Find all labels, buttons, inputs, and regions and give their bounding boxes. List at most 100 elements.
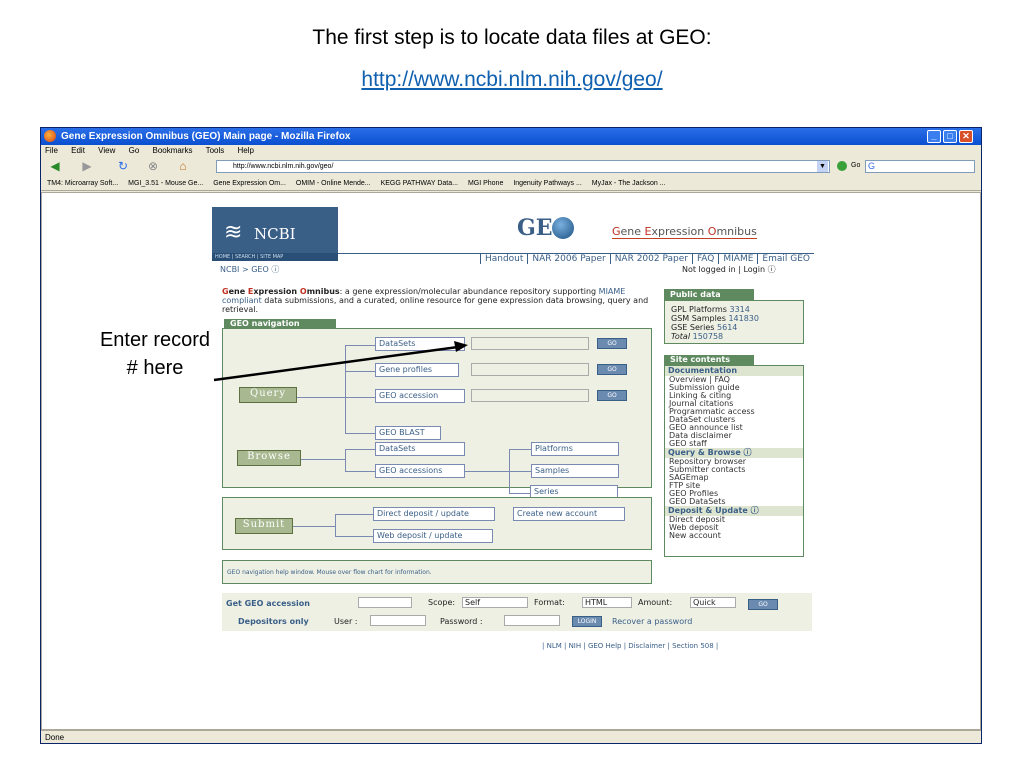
public-data-tab: Public data [664,289,754,300]
back-icon[interactable]: ◀ [47,159,63,173]
bookmark-item[interactable]: MGI Phone [468,180,503,187]
menu-go[interactable]: Go [129,146,140,155]
help-icon: ⓘ [271,265,280,274]
query-datasets[interactable]: DataSets [375,337,465,351]
web-deposit[interactable]: Web deposit / update [373,529,493,543]
bookmark-item[interactable]: Gene Expression Om... [213,180,286,187]
geo-navigation-tab: GEO navigation [224,319,336,328]
address-text: http://www.ncbi.nlm.nih.gov/geo/ [233,163,334,170]
forward-icon[interactable]: ▶ [79,159,95,173]
direct-deposit[interactable]: Direct deposit / update [373,507,495,521]
nav-faq[interactable]: FAQ [691,254,719,264]
stop-icon[interactable]: ⊗ [145,159,161,173]
maximize-icon[interactable]: □ [943,130,957,143]
bookmark-item[interactable]: TM4: Microarray Soft... [47,180,118,187]
browse-datasets[interactable]: DataSets [375,442,465,456]
navigation-help: GEO navigation help window. Mouse over f… [222,560,652,584]
datasets-input[interactable] [471,337,589,350]
user-input[interactable] [370,615,426,626]
close-icon[interactable]: ✕ [959,130,973,143]
nav-handout[interactable]: Handout [479,254,528,264]
login-status[interactable]: Not logged in | Login ⓘ [682,264,776,275]
navigation-toolbar: ◀ ▶ ↻ ⊗ ⌂ http://www.ncbi.nlm.nih.gov/ge… [41,157,981,176]
help-icon: ⓘ [743,448,752,457]
query-geo-blast[interactable]: GEO BLAST [375,426,441,440]
page-content: ≋ NCBI HOME | SEARCH | SITE MAP GE Gene E… [41,192,981,730]
site-contents-box: Documentation Overview | FAQ Submission … [664,365,804,557]
search-input[interactable]: G [865,160,975,173]
submit-button[interactable]: Submit [235,518,293,534]
go-icon[interactable] [837,161,847,171]
doc-item[interactable]: GEO staff [665,440,803,448]
qb-item[interactable]: GEO DataSets [665,498,803,506]
browse-platforms[interactable]: Platforms [531,442,619,456]
format-select[interactable]: HTML [582,597,632,608]
menu-tools[interactable]: Tools [206,146,225,155]
query-button[interactable]: Query [239,387,297,403]
home-icon[interactable]: ⌂ [175,159,191,173]
geo-logo: GE [517,215,553,241]
accession-search-bar: Get GEO accession Scope: Self Format: HT… [222,593,812,631]
submit-box: Submit Direct deposit / update Web depos… [222,497,652,550]
login-button[interactable]: LOGIN [572,616,602,627]
bookmark-item[interactable]: OMIM - Online Mende... [296,180,371,187]
query-geo-accession[interactable]: GEO accession [375,389,465,403]
pd-row: GSE Series 5614 [671,323,738,332]
nav-nar2006[interactable]: NAR 2006 Paper [527,254,610,264]
geo-subtitle: Gene Expression Omnibus [612,225,757,239]
menu-view[interactable]: View [98,146,115,155]
bookmark-item[interactable]: MyJax - The Jackson ... [592,180,666,187]
menu-bar: File Edit View Go Bookmarks Tools Help [41,145,981,157]
bookmark-item[interactable]: MGI_3.51 - Mouse Ge... [128,180,203,187]
status-bar: Done [41,730,981,743]
nav-nar2002[interactable]: NAR 2002 Paper [609,254,692,264]
dep-item[interactable]: New account [665,532,803,540]
geo-navigation-box: Query DataSets GO Gene profiles GO GEO a… [222,328,652,494]
minimize-icon[interactable]: _ [927,130,941,143]
go-label[interactable]: Go [851,162,860,169]
datasets-go-button[interactable]: GO [597,338,627,349]
menu-bookmarks[interactable]: Bookmarks [153,146,193,155]
slide-url-link[interactable]: http://www.ncbi.nlm.nih.gov/geo/ [0,68,1024,92]
get-accession-label: Get GEO accession [226,599,310,608]
format-label: Format: [534,598,565,607]
breadcrumb[interactable]: NCBI > GEO ⓘ [220,264,279,275]
gene-profiles-input[interactable] [471,363,589,376]
address-dropdown-icon[interactable]: ▼ [817,161,828,172]
gene-profiles-go-button[interactable]: GO [597,364,627,375]
window-title: Gene Expression Omnibus (GEO) Main page … [61,131,351,142]
browse-button[interactable]: Browse [237,450,301,466]
browse-geo-accessions[interactable]: GEO accessions [375,464,465,478]
bookmark-item[interactable]: Ingenuity Pathways ... [513,180,581,187]
accession-go-button[interactable]: GO [748,599,778,610]
help-icon: ⓘ [750,506,759,515]
reload-icon[interactable]: ↻ [115,159,131,173]
pd-row: GSM Samples 141830 [671,314,759,323]
slide-title: The first step is to locate data files a… [312,26,712,49]
geo-accession-go-button[interactable]: GO [597,390,627,401]
query-gene-profiles[interactable]: Gene profiles [375,363,459,377]
amount-label: Amount: [638,598,673,607]
title-bar: Gene Expression Omnibus (GEO) Main page … [41,128,981,145]
nav-miame[interactable]: MIAME [718,254,758,264]
password-input[interactable] [504,615,560,626]
recover-password-link[interactable]: Recover a password [612,617,692,626]
address-bar[interactable]: http://www.ncbi.nlm.nih.gov/geo/ [216,160,830,173]
menu-edit[interactable]: Edit [71,146,85,155]
menu-help[interactable]: Help [238,146,254,155]
nav-email[interactable]: Email GEO [757,254,814,264]
menu-file[interactable]: File [45,146,58,155]
amount-select[interactable]: Quick [690,597,736,608]
bookmark-item[interactable]: KEGG PATHWAY Data... [381,180,458,187]
accession-input[interactable] [358,597,412,608]
create-account[interactable]: Create new account [513,507,625,521]
scope-select[interactable]: Self [462,597,528,608]
geo-accession-input[interactable] [471,389,589,402]
browser-window: Gene Expression Omnibus (GEO) Main page … [40,127,982,744]
browse-samples[interactable]: Samples [531,464,619,478]
home-links[interactable]: HOME | SEARCH | SITE MAP [212,253,338,261]
site-contents-tab: Site contents [664,355,754,365]
firefox-icon [44,130,56,142]
footer-links[interactable]: | NLM | NIH | GEO Help | Disclaimer | Se… [542,642,718,650]
ncbi-text: NCBI [254,225,296,243]
